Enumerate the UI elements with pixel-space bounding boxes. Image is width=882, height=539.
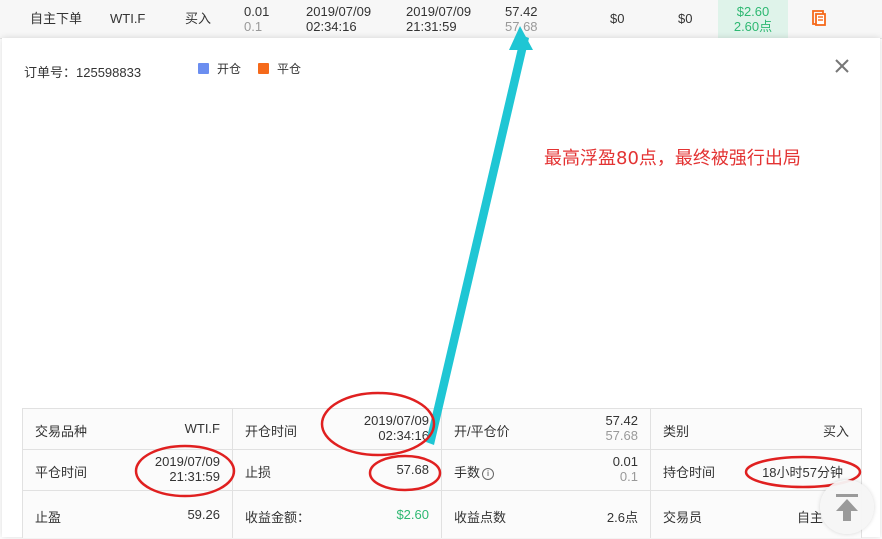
open-date: 2019/07/09 bbox=[363, 413, 429, 428]
legend-open-swatch bbox=[198, 63, 209, 74]
document-icon[interactable] bbox=[810, 9, 828, 27]
detail-stop-loss: 止损 57.68 bbox=[233, 450, 442, 491]
order-number: 订单号：125598833 bbox=[24, 65, 142, 80]
price-open: 57.42 bbox=[505, 4, 538, 19]
detail-value: 57.68 bbox=[396, 462, 429, 477]
detail-value: 18小时57分钟 bbox=[762, 465, 843, 480]
detail-category: 类别 买入 bbox=[651, 409, 861, 450]
detail-value: 59.26 bbox=[187, 507, 220, 522]
order-detail-modal: 订单号：125598833 开仓 平仓 最高浮盈80点，最终被强行出局 交易品种… bbox=[2, 38, 880, 538]
profit-points: 2.60点 bbox=[733, 19, 773, 34]
detail-lots: 手数 i 0.01 0.1 bbox=[442, 450, 651, 491]
close-time: 21:31:59 bbox=[406, 19, 457, 34]
info-icon[interactable]: i bbox=[482, 468, 495, 480]
order-table-row[interactable]: 自主下单 WTI.F 买入 0.01 0.1 2019/07/09 02:34:… bbox=[0, 0, 882, 39]
detail-label: 持仓时间 bbox=[663, 465, 716, 480]
close-icon[interactable] bbox=[832, 56, 852, 76]
detail-profit: 收益金额： $2.60 bbox=[233, 491, 442, 538]
detail-value: 买入 bbox=[822, 424, 849, 439]
detail-prices: 开/平仓价 57.42 57.68 bbox=[442, 409, 651, 450]
detail-label: 手数 i bbox=[454, 462, 495, 481]
legend-close-label: 平仓 bbox=[277, 62, 302, 76]
detail-label: 类别 bbox=[663, 424, 690, 439]
detail-value: 2.6点 bbox=[606, 510, 638, 525]
lots-value: 0.01 bbox=[244, 4, 270, 19]
annotation-text: 最高浮盈80点，最终被强行出局 bbox=[544, 148, 801, 169]
detail-label: 交易员 bbox=[663, 510, 703, 525]
legend-open: 开仓 bbox=[198, 60, 241, 77]
close-datetime: 2019/07/09 21:31:59 bbox=[406, 4, 471, 34]
open-date: 2019/07/09 bbox=[306, 4, 372, 19]
lots-label: 手数 bbox=[454, 465, 481, 480]
detail-value: 57.42 57.68 bbox=[605, 413, 638, 443]
detail-value: WTI.F bbox=[184, 421, 220, 436]
detail-value: $2.60 bbox=[396, 507, 429, 522]
profit-value: $2.60 bbox=[736, 4, 770, 19]
price-close: 57.68 bbox=[605, 428, 638, 443]
detail-label: 开/平仓价 bbox=[454, 424, 510, 439]
open-datetime: 2019/07/09 02:34:16 bbox=[306, 4, 371, 34]
detail-label: 收益点数 bbox=[454, 510, 507, 525]
open-time: 02:34:16 bbox=[378, 428, 429, 443]
legend-close: 平仓 bbox=[258, 60, 301, 77]
detail-value: 2019/07/09 21:31:59 bbox=[155, 454, 220, 484]
open-time: 02:34:16 bbox=[306, 19, 357, 34]
detail-label: 收益金额： bbox=[245, 510, 311, 525]
detail-label: 止损 bbox=[245, 465, 272, 480]
close-date: 2019/07/09 bbox=[406, 4, 472, 19]
detail-value: 2019/07/09 02:34:16 bbox=[364, 413, 429, 443]
detail-close-time: 平仓时间 2019/07/09 21:31:59 bbox=[23, 450, 233, 491]
arrow-up-icon bbox=[836, 494, 858, 521]
scroll-top-button[interactable] bbox=[820, 480, 874, 534]
detail-points: 收益点数 2.6点 bbox=[442, 491, 651, 538]
direction: 买入 bbox=[185, 11, 212, 26]
detail-value: 0.01 0.1 bbox=[613, 454, 638, 484]
detail-take-profit: 止盈 59.26 bbox=[23, 491, 233, 538]
lots-sub: 0.1 bbox=[244, 19, 263, 34]
prices: 57.42 57.68 bbox=[505, 4, 538, 34]
order-type: 自主下单 bbox=[30, 11, 83, 26]
detail-open-time: 开仓时间 2019/07/09 02:34:16 bbox=[233, 409, 442, 450]
close-time: 21:31:59 bbox=[169, 469, 220, 484]
close-date: 2019/07/09 bbox=[154, 454, 220, 469]
price-open: 57.42 bbox=[605, 413, 638, 428]
symbol: WTI.F bbox=[110, 11, 146, 26]
detail-label: 平仓时间 bbox=[35, 465, 88, 480]
lots: 0.01 0.1 bbox=[244, 4, 269, 34]
legend-close-swatch bbox=[258, 63, 269, 74]
order-details-table: 交易品种 WTI.F 开仓时间 2019/07/09 02:34:16 开/平仓… bbox=[22, 408, 862, 538]
legend-open-label: 开仓 bbox=[217, 62, 242, 76]
lots-sub: 0.1 bbox=[619, 469, 638, 484]
detail-symbol: 交易品种 WTI.F bbox=[23, 409, 233, 450]
lots-value: 0.01 bbox=[612, 454, 638, 469]
detail-label: 交易品种 bbox=[35, 424, 88, 439]
detail-label: 止盈 bbox=[35, 510, 62, 525]
profit-cell: $2.60 2.60点 bbox=[718, 0, 788, 38]
detail-label: 开仓时间 bbox=[245, 424, 298, 439]
fee-2: $0 bbox=[678, 11, 693, 26]
fee-1: $0 bbox=[610, 11, 625, 26]
price-close: 57.68 bbox=[505, 19, 538, 34]
